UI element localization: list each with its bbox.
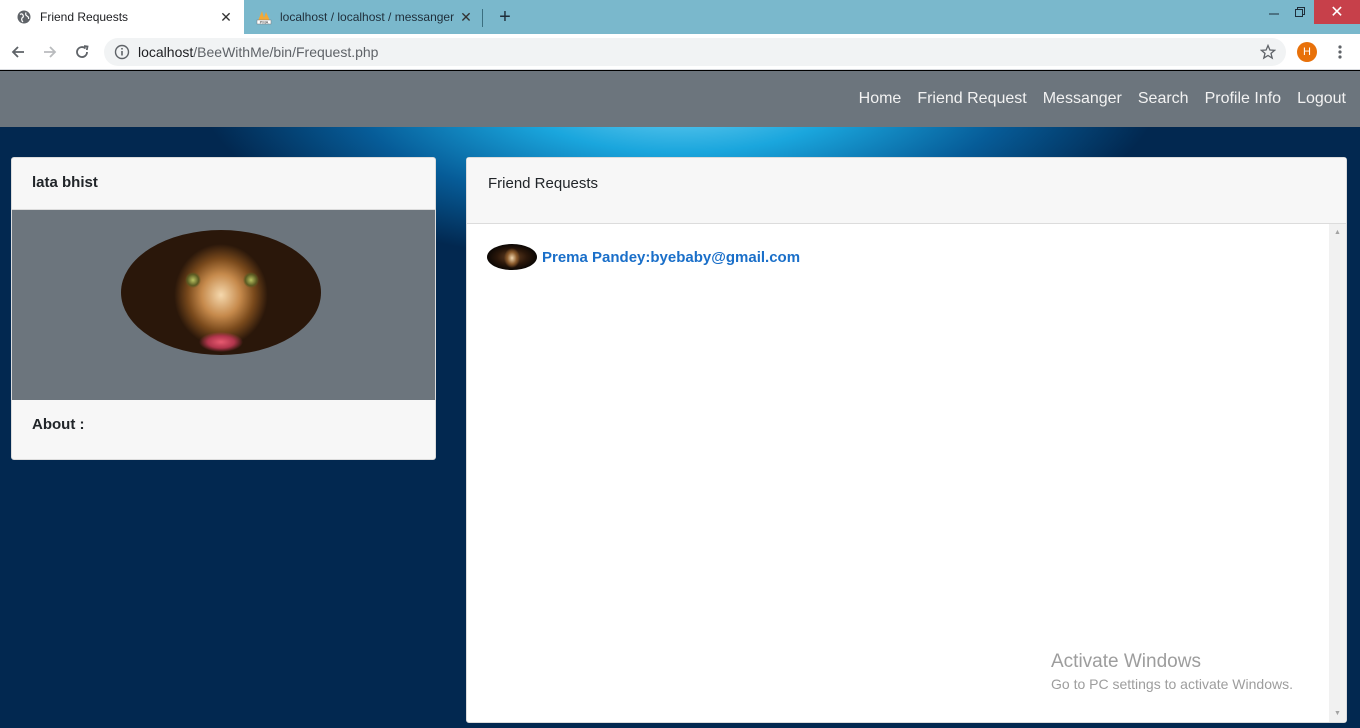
window-minimize-icon[interactable] <box>1262 0 1286 24</box>
activate-windows-watermark: Activate Windows Go to PC settings to ac… <box>1051 651 1293 692</box>
nav-home[interactable]: Home <box>859 90 902 108</box>
browser-toolbar: localhost/BeeWithMe/bin/Frequest.php H <box>0 34 1360 70</box>
scroll-down-arrow-icon[interactable]: ▼ <box>1329 705 1346 722</box>
page-background: Home Friend Request Messanger Search Pro… <box>0 71 1360 728</box>
browser-tab-strip: Friend Requests ✕ PMA localhost / localh… <box>0 0 1360 34</box>
profile-about-label: About : <box>32 416 85 433</box>
nav-messanger[interactable]: Messanger <box>1043 90 1122 108</box>
vertical-scrollbar[interactable]: ▲ ▼ <box>1329 224 1346 722</box>
phpmyadmin-icon: PMA <box>256 9 272 25</box>
watermark-title: Activate Windows <box>1051 651 1201 672</box>
nav-logout[interactable]: Logout <box>1297 90 1346 108</box>
nav-profile-info[interactable]: Profile Info <box>1205 90 1281 108</box>
friend-requests-title: Friend Requests <box>467 158 1346 224</box>
requester-link[interactable]: Prema Pandey:byebaby@gmail.com <box>542 249 800 266</box>
tab-title: localhost / localhost / messanger <box>280 10 455 24</box>
window-close-icon[interactable]: ✕ <box>1314 0 1360 24</box>
back-arrow-icon[interactable] <box>6 40 30 64</box>
friend-requests-card: Friend Requests Prema Pandey:byebaby@gma… <box>466 157 1347 723</box>
url-text: localhost/BeeWithMe/bin/Frequest.php <box>138 44 378 60</box>
new-tab-plus-icon[interactable]: + <box>494 6 516 28</box>
url-path: /BeeWithMe/bin/Frequest.php <box>193 44 379 60</box>
address-bar[interactable]: localhost/BeeWithMe/bin/Frequest.php <box>104 38 1286 66</box>
url-host: localhost <box>138 44 194 60</box>
list-item: Prema Pandey:byebaby@gmail.com <box>487 244 1309 270</box>
friend-requests-list: Prema Pandey:byebaby@gmail.com <box>467 224 1329 722</box>
tab-phpmyadmin[interactable]: PMA localhost / localhost / messanger ✕ <box>246 0 484 34</box>
nav-friend-request[interactable]: Friend Request <box>917 90 1026 108</box>
reload-icon[interactable] <box>70 40 94 64</box>
forward-arrow-icon[interactable] <box>38 40 62 64</box>
profile-photo <box>121 230 321 355</box>
close-tab-icon[interactable]: ✕ <box>218 9 234 25</box>
profile-card: lata bhist About : <box>11 157 436 460</box>
close-tab-icon[interactable]: ✕ <box>458 9 474 25</box>
profile-name: lata bhist <box>12 158 435 210</box>
window-restore-icon[interactable] <box>1288 0 1312 24</box>
scroll-up-arrow-icon[interactable]: ▲ <box>1329 224 1346 241</box>
globe-icon <box>16 9 32 25</box>
svg-text:PMA: PMA <box>260 20 269 25</box>
bookmark-star-icon[interactable] <box>1257 41 1279 63</box>
main-navbar: Home Friend Request Messanger Search Pro… <box>0 71 1360 127</box>
info-icon[interactable] <box>114 44 130 60</box>
tab-title: Friend Requests <box>40 10 129 24</box>
requester-avatar <box>487 244 537 270</box>
tab-friend-requests[interactable]: Friend Requests ✕ <box>0 0 244 34</box>
profile-photo-area <box>12 210 435 400</box>
nav-search[interactable]: Search <box>1138 90 1189 108</box>
profile-avatar[interactable]: H <box>1297 42 1317 62</box>
tab-separator <box>482 9 483 27</box>
watermark-subtitle: Go to PC settings to activate Windows. <box>1051 676 1293 692</box>
browser-menu-icon[interactable] <box>1330 41 1350 63</box>
